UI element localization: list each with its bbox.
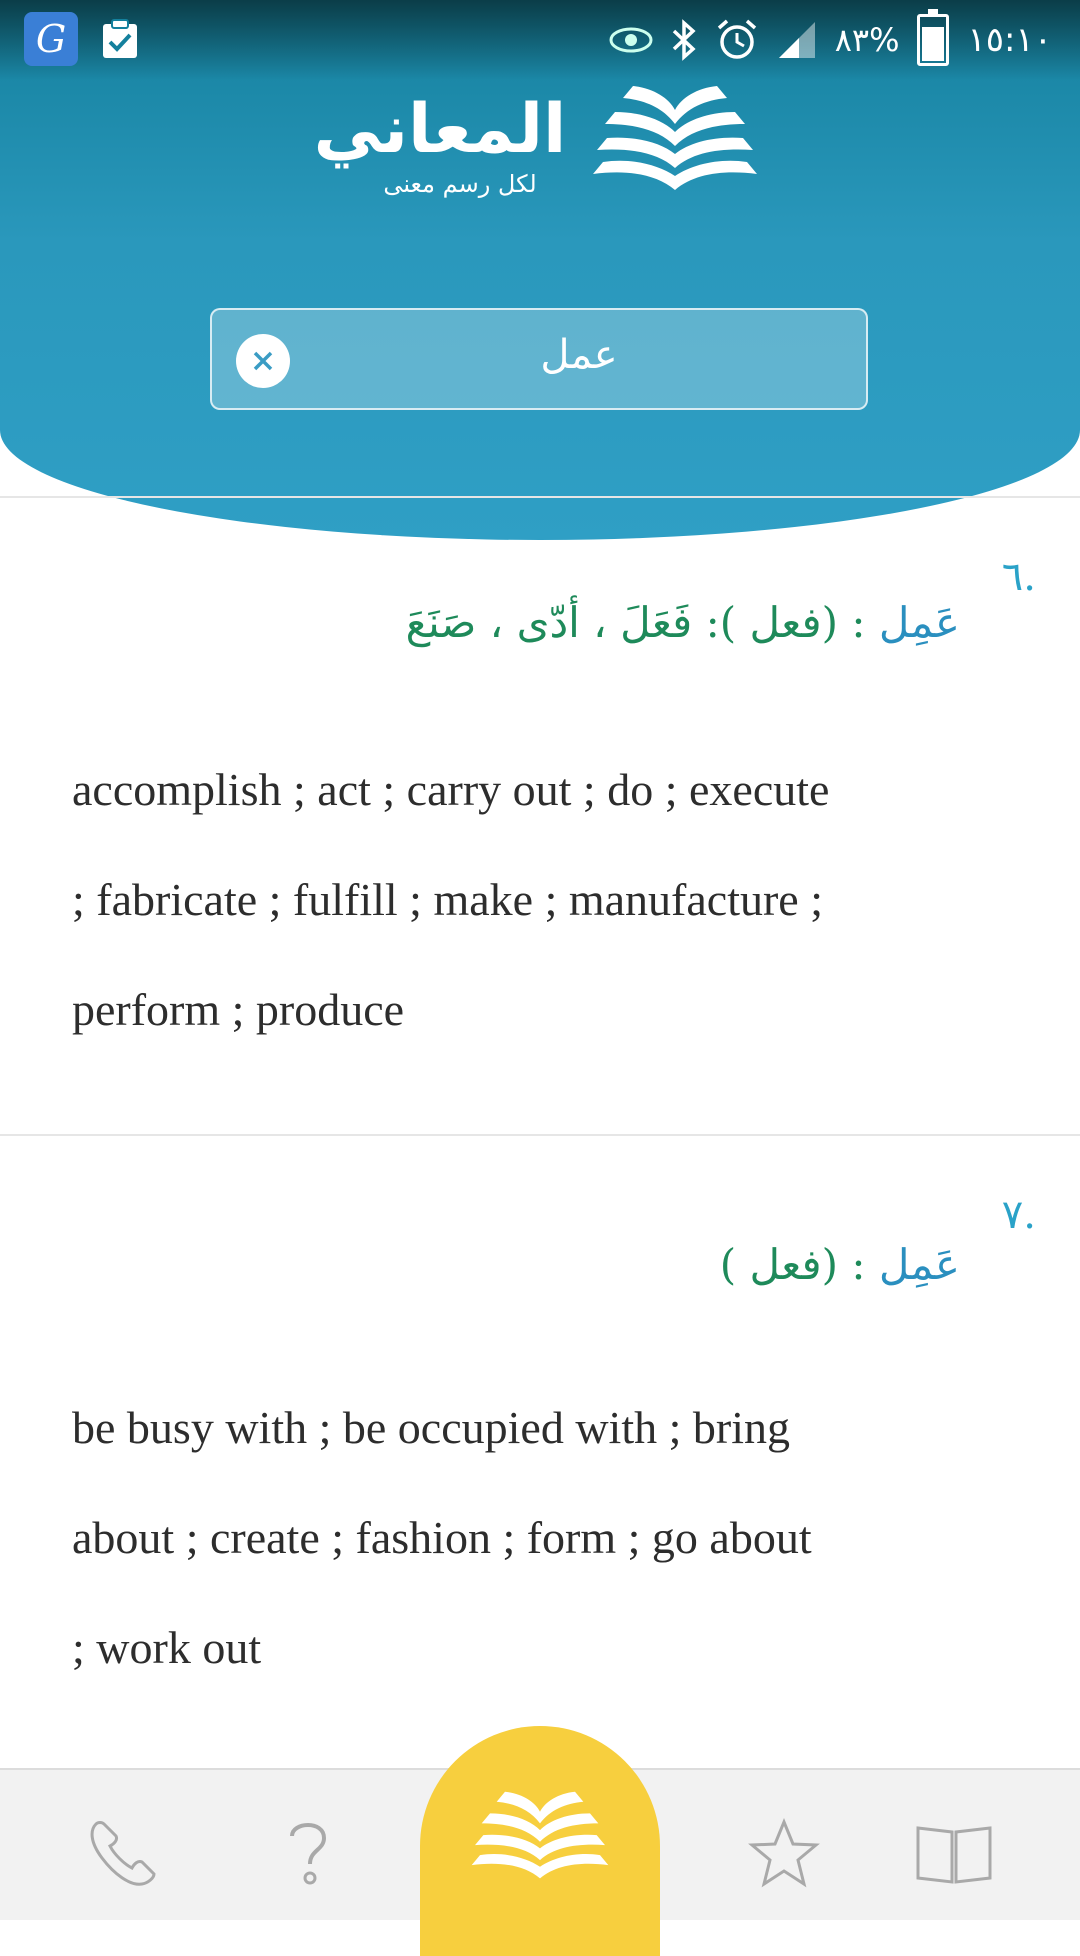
signal-icon <box>777 20 817 60</box>
alarm-icon <box>715 18 759 62</box>
logo-title: المعاني <box>313 90 567 169</box>
logo-tagline: لكل رسم معنى <box>383 170 537 198</box>
star-icon[interactable] <box>744 1814 824 1894</box>
translation-line: ; fabricate ; fulfill ; make ; manufactu… <box>72 874 824 925</box>
divider <box>0 1134 1080 1136</box>
open-book-icon <box>585 78 765 193</box>
grammarly-icon: G <box>24 12 78 66</box>
entry-english-translations: be busy with ; be occupied with ; bring … <box>72 1373 972 1703</box>
clipboard-check-icon <box>100 18 140 60</box>
translation-line: accomplish ; act ; carry out ; do ; exec… <box>72 764 830 815</box>
entry-definition: : (فعل ) <box>719 1240 879 1289</box>
entry-headword: عَمِل <box>878 1240 960 1289</box>
dictionary-home-button[interactable] <box>420 1726 660 1956</box>
app-logo: المعاني لكل رسم معنى <box>300 70 780 200</box>
battery-percent: ٨٣% <box>834 21 900 59</box>
clock: ١٥:١٠ <box>967 20 1052 60</box>
search-input[interactable]: عمل <box>312 332 846 378</box>
entry-arabic-definition: عَمِل : (فعل ) <box>160 1240 960 1289</box>
entry-number: ٦. <box>1001 554 1036 600</box>
translation-line: be busy with ; be occupied with ; bring <box>72 1402 790 1453</box>
entry-arabic-definition: عَمِل : (فعل ): فَعَلَ ، أدّى ، صَنَعَ <box>160 598 960 647</box>
help-icon[interactable] <box>268 1814 348 1894</box>
entry-english-translations: accomplish ; act ; carry out ; do ; exec… <box>72 735 972 1065</box>
header: G ٨٣% ١٥:١٠ المعاني لكل رسم معنى عمل <box>0 0 1080 540</box>
divider <box>0 496 1080 498</box>
bluetooth-icon <box>671 19 697 61</box>
entry-definition: : (فعل ): فَعَلَ ، أدّى ، صَنَعَ <box>405 598 879 647</box>
dictionary-home-icon <box>471 1791 609 1879</box>
entry-number: ٧. <box>1001 1192 1036 1238</box>
eye-icon <box>609 25 653 55</box>
status-bar: G ٨٣% ١٥:١٠ <box>0 0 1080 80</box>
book-icon[interactable] <box>914 1814 994 1894</box>
battery-icon <box>917 9 950 66</box>
close-icon[interactable] <box>236 334 290 388</box>
translation-line: ; work out <box>72 1622 262 1673</box>
entry-headword: عَمِل <box>878 598 960 647</box>
translation-line: about ; create ; fashion ; form ; go abo… <box>72 1512 812 1563</box>
phone-icon[interactable] <box>82 1814 162 1894</box>
search-box[interactable]: عمل <box>210 308 868 410</box>
translation-line: perform ; produce <box>72 984 405 1035</box>
